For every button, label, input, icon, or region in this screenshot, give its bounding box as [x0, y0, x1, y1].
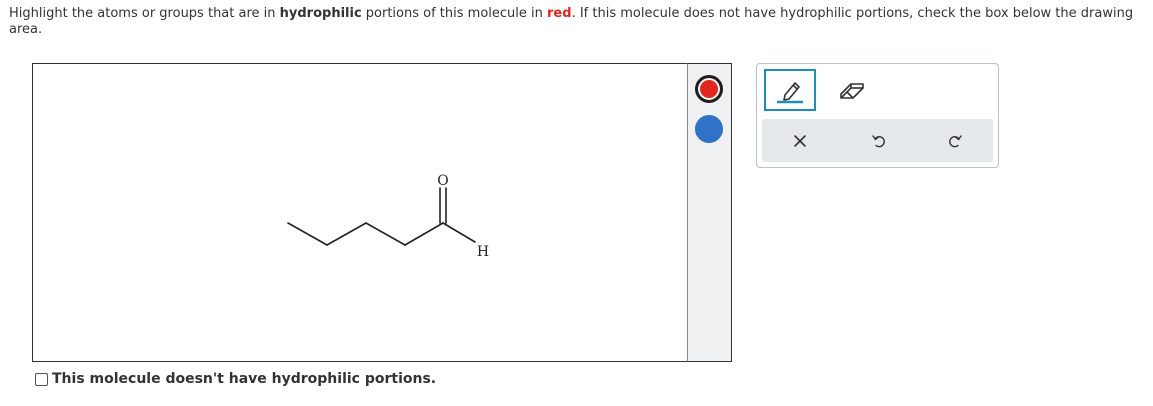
red-color-swatch[interactable] [695, 75, 723, 103]
molecule-structure[interactable]: O H [33, 64, 688, 361]
bond-c5-h[interactable] [442, 222, 476, 243]
instructions-part-2: portions of this molecule in [361, 6, 548, 21]
bond-c2-c3[interactable] [326, 222, 367, 246]
drawing-area[interactable]: O H [32, 63, 689, 362]
color-palette [687, 63, 732, 362]
eraser-icon [840, 83, 864, 99]
instructions-part-1: Highlight the atoms or groups that are i… [9, 6, 280, 21]
undo-button[interactable] [851, 119, 907, 162]
instructions-keyword: hydrophilic [279, 6, 362, 21]
pen-icon [777, 82, 803, 104]
atom-oxygen[interactable]: O [437, 173, 448, 189]
toolbox-row-actions [762, 119, 993, 162]
clear-button[interactable] [772, 119, 828, 162]
bond-c1-c2[interactable] [287, 222, 328, 246]
no-hydrophilic-label[interactable]: This molecule doesn't have hydrophilic p… [52, 371, 436, 387]
eraser-tool-button[interactable] [829, 69, 875, 111]
no-hydrophilic-checkbox[interactable] [35, 372, 48, 386]
pen-tool-button[interactable] [764, 69, 816, 111]
clear-icon [794, 134, 806, 147]
blue-color-swatch[interactable] [695, 115, 723, 143]
no-hydrophilic-option[interactable]: This molecule doesn't have hydrophilic p… [35, 371, 436, 387]
instructions-red-word: red [547, 6, 572, 21]
toolbox [756, 63, 999, 168]
bond-c3-c4[interactable] [365, 222, 406, 246]
redo-button[interactable] [927, 119, 983, 162]
undo-icon [872, 134, 885, 147]
redo-icon [949, 134, 962, 147]
bond-c4-c5[interactable] [404, 222, 444, 246]
atom-hydrogen[interactable]: H [477, 244, 489, 260]
toolbox-row-tools [761, 68, 994, 114]
instructions-text: Highlight the atoms or groups that are i… [9, 6, 1147, 38]
